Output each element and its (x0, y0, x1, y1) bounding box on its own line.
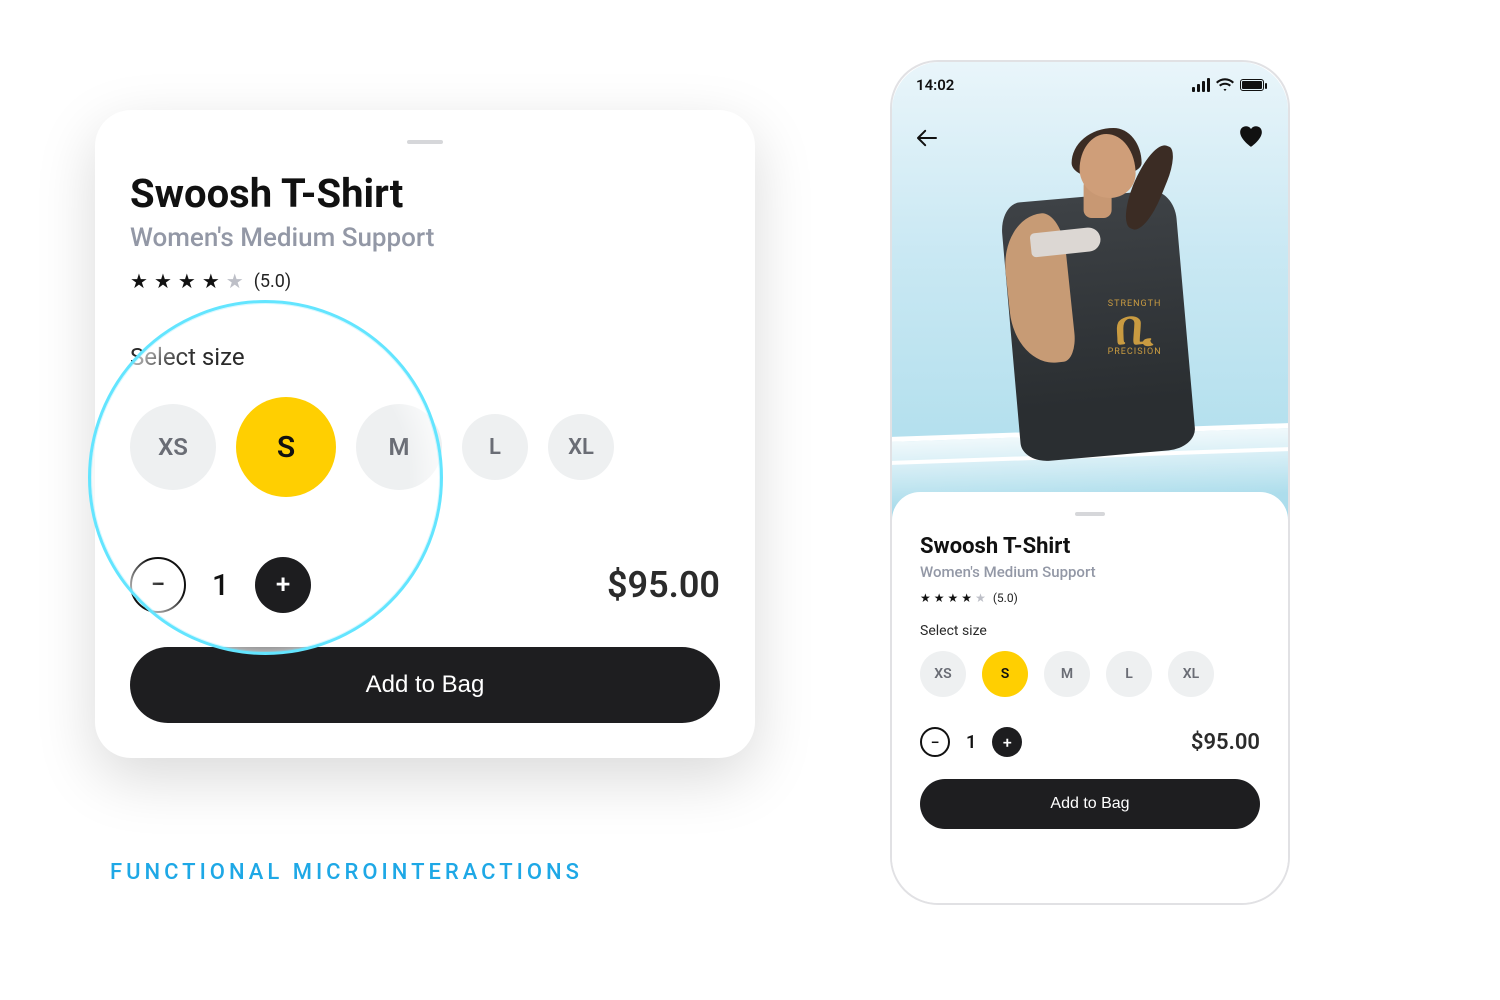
star-icon: ★ (934, 591, 945, 605)
size-option-l[interactable]: L (1106, 651, 1152, 697)
size-row: XS S M L XL (920, 651, 1260, 697)
product-detail-sheet: Swoosh T-Shirt Women's Medium Support ★ … (892, 492, 1288, 903)
star-icon: ★ (961, 591, 972, 605)
size-option-m[interactable]: M (1044, 651, 1090, 697)
rating-row: ★ ★ ★ ★ ★ (5.0) (920, 591, 1260, 605)
rating-value: (5.0) (993, 591, 1018, 605)
product-subtitle: Women's Medium Support (130, 223, 720, 253)
product-hero-image: STRENGTH ቢ PRECISION (892, 62, 1288, 522)
quantity-value: 1 (212, 568, 229, 603)
shirt-logo-icon: STRENGTH ቢ PRECISION (1096, 278, 1174, 378)
select-size-label: Select size (130, 343, 720, 371)
wifi-icon (1216, 78, 1234, 92)
star-icon: ★ (920, 591, 931, 605)
product-title: Swoosh T-Shirt (920, 534, 1260, 559)
star-icon: ★ (178, 269, 196, 293)
add-to-bag-button[interactable]: Add to Bag (130, 647, 720, 723)
back-button[interactable] (916, 128, 938, 153)
rating-row: ★ ★ ★ ★ ★ (5.0) (130, 269, 720, 293)
size-option-l[interactable]: L (462, 414, 528, 480)
select-size-label: Select size (920, 623, 1260, 639)
size-option-xl[interactable]: XL (548, 414, 614, 480)
quantity-price-row: − 1 + $95.00 (130, 557, 720, 613)
star-icon: ★ (130, 269, 148, 293)
star-icon: ★ (202, 269, 220, 293)
sheet-handle[interactable] (1075, 512, 1105, 516)
caption-label: FUNCTIONAL MICROINTERACTIONS (110, 860, 583, 885)
size-option-xs[interactable]: XS (130, 404, 216, 490)
quantity-increment-button[interactable]: + (255, 557, 311, 613)
star-icon: ★ (975, 591, 986, 605)
quantity-price-row: − 1 + $95.00 (920, 727, 1260, 757)
star-icon: ★ (226, 269, 244, 293)
star-icon: ★ (948, 591, 959, 605)
quantity-stepper: − 1 + (920, 727, 1022, 757)
star-icon: ★ (154, 269, 172, 293)
status-time: 14:02 (916, 76, 954, 94)
battery-icon (1240, 79, 1264, 91)
price-label: $95.00 (607, 564, 720, 606)
size-row: XS S M L XL (130, 397, 720, 497)
size-option-s[interactable]: S (982, 651, 1028, 697)
quantity-decrement-button[interactable]: − (920, 727, 950, 757)
price-label: $95.00 (1191, 730, 1260, 755)
heart-icon (1238, 124, 1264, 148)
status-icons (1192, 78, 1264, 92)
product-title: Swoosh T-Shirt (130, 170, 720, 217)
quantity-increment-button[interactable]: + (992, 727, 1022, 757)
size-option-s[interactable]: S (236, 397, 336, 497)
arrow-left-icon (916, 129, 938, 147)
size-option-m[interactable]: M (356, 404, 442, 490)
phone-mock: 14:02 STRENGTH ቢ PRECISION (890, 60, 1290, 905)
add-to-bag-button[interactable]: Add to Bag (920, 779, 1260, 829)
size-option-xs[interactable]: XS (920, 651, 966, 697)
cellular-signal-icon (1192, 78, 1210, 92)
size-option-xl[interactable]: XL (1168, 651, 1214, 697)
favorite-button[interactable] (1238, 124, 1264, 155)
product-subtitle: Women's Medium Support (920, 563, 1260, 581)
rating-value: (5.0) (254, 271, 291, 292)
quantity-stepper: − 1 + (130, 557, 311, 613)
status-bar: 14:02 (892, 62, 1288, 108)
sheet-handle[interactable] (407, 140, 443, 144)
quantity-value: 1 (966, 732, 976, 753)
product-detail-card-zoom: Swoosh T-Shirt Women's Medium Support ★ … (95, 110, 755, 758)
quantity-decrement-button[interactable]: − (130, 557, 186, 613)
